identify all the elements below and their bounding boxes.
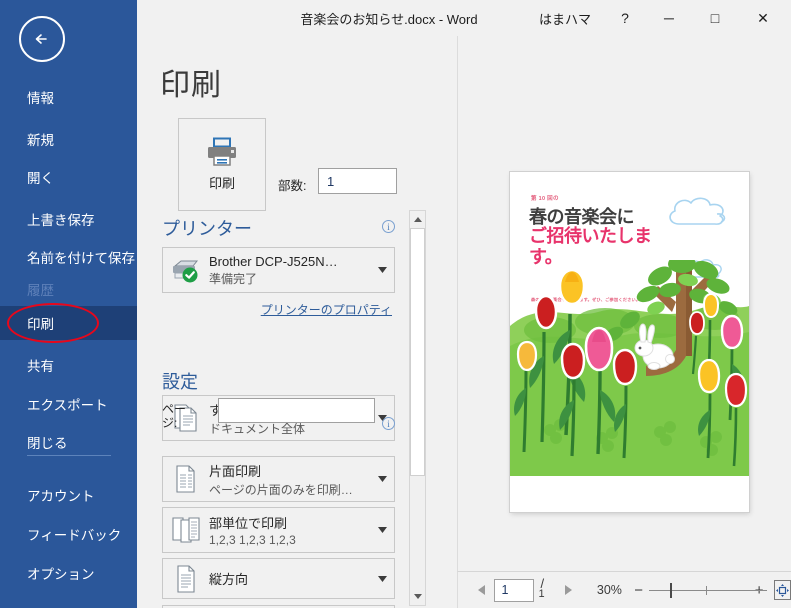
document-preview-page[interactable]: 第 10 回の 春の音楽会に ご招待いたします。 森の中の音楽会を開催します。ぜ… bbox=[510, 172, 749, 512]
pages-info-icon[interactable]: i bbox=[382, 417, 395, 430]
copies-label: 部数: bbox=[278, 179, 307, 193]
chevron-down-icon bbox=[370, 476, 394, 482]
sidebar-item-label: アカウント bbox=[27, 489, 95, 504]
sidebar-item-label: 履歴 bbox=[27, 283, 54, 298]
printer-select[interactable]: Brother DCP-J525N… 準備完了 bbox=[162, 247, 395, 293]
page-title: 印刷 bbox=[160, 69, 222, 102]
print-sides-title: 片面印刷 bbox=[209, 463, 262, 479]
sidebar-item-info[interactable]: 情報 bbox=[0, 80, 137, 114]
back-arrow-icon bbox=[35, 34, 47, 44]
preview-status-bar: / 1 30% − + bbox=[457, 571, 791, 608]
sidebar-item-label: 共有 bbox=[27, 359, 54, 374]
sidebar-item-save[interactable]: 上書き保存 bbox=[0, 202, 137, 236]
sidebar-item-label: 名前を付けて保存 bbox=[27, 251, 135, 266]
sidebar-item-label: 上書き保存 bbox=[27, 213, 95, 228]
scroll-up-button[interactable] bbox=[410, 211, 425, 228]
word-print-backstage: 情報 新規 開く 上書き保存 名前を付けて保存 履歴 印刷 共有 エクスポート … bbox=[0, 0, 791, 608]
print-collate-title: 部単位で印刷 bbox=[209, 516, 288, 531]
zoom-slider-tick bbox=[706, 586, 708, 595]
caret-right-icon bbox=[564, 585, 572, 595]
zoom-out-button[interactable]: − bbox=[632, 582, 645, 599]
printer-name: Brother DCP-J525N… bbox=[209, 253, 338, 269]
copies-input[interactable] bbox=[319, 173, 410, 189]
caret-up-icon bbox=[413, 217, 422, 222]
doc-kicker: 第 10 回の bbox=[531, 196, 559, 202]
chevron-down-icon bbox=[370, 527, 394, 533]
print-settings-column: 印刷 印刷 部数: プリンター i bbox=[160, 50, 410, 608]
collate-pages-icon bbox=[163, 515, 209, 545]
chevron-down-icon bbox=[370, 575, 394, 582]
sidebar-item-close[interactable]: 閉じる bbox=[0, 425, 137, 459]
printer-info-icon[interactable]: i bbox=[382, 220, 395, 233]
current-page-input[interactable] bbox=[494, 578, 535, 602]
fit-page-button[interactable] bbox=[773, 580, 791, 600]
print-sides-subtitle: ページの片面のみを印刷… bbox=[209, 482, 353, 497]
cloud-large-icon bbox=[669, 197, 726, 225]
sidebar-item-new[interactable]: 新規 bbox=[0, 122, 137, 156]
sidebar-item-label: 閉じる bbox=[27, 436, 68, 451]
print-collate-subtitle: 1,2,3 1,2,3 1,2,3 bbox=[209, 533, 296, 547]
sidebar-item-share[interactable]: 共有 bbox=[0, 348, 137, 382]
portrait-page-icon bbox=[163, 564, 209, 594]
backstage-sidebar: 情報 新規 開く 上書き保存 名前を付けて保存 履歴 印刷 共有 エクスポート … bbox=[0, 0, 137, 608]
caret-left-icon bbox=[477, 585, 485, 595]
sidebar-item-label: 新規 bbox=[27, 133, 54, 148]
sidebar-divider bbox=[27, 455, 111, 456]
print-button[interactable]: 印刷 bbox=[178, 118, 266, 211]
sidebar-item-options[interactable]: オプション bbox=[0, 556, 137, 590]
zoom-slider[interactable] bbox=[649, 581, 768, 599]
caret-down-icon bbox=[413, 594, 422, 599]
printer-device-icon bbox=[163, 257, 209, 283]
zoom-slider-track bbox=[649, 590, 768, 591]
sidebar-item-label: 印刷 bbox=[27, 317, 54, 332]
scrollbar-thumb[interactable] bbox=[410, 228, 425, 476]
sidebar-item-label: フィードバック bbox=[27, 528, 122, 543]
print-collate-select[interactable]: 部単位で印刷 1,2,3 1,2,3 1,2,3 bbox=[162, 507, 395, 553]
total-pages: 1 bbox=[538, 588, 545, 600]
scroll-down-button[interactable] bbox=[410, 588, 425, 605]
zoom-slider-handle[interactable] bbox=[670, 583, 673, 598]
page-count: / 1 bbox=[537, 576, 550, 603]
print-orientation-title: 縦方向 bbox=[209, 572, 249, 587]
meadow-illustration bbox=[510, 260, 749, 476]
sidebar-item-account[interactable]: アカウント bbox=[0, 478, 137, 512]
printer-properties-link[interactable]: プリンターのプロパティ bbox=[261, 301, 392, 318]
scrollbar-track[interactable] bbox=[410, 228, 425, 588]
sidebar-item-feedback[interactable]: フィードバック bbox=[0, 517, 137, 551]
sidebar-item-history: 履歴 bbox=[0, 272, 137, 306]
printer-status: 準備完了 bbox=[209, 271, 258, 286]
sidebar-item-open[interactable]: 開く bbox=[0, 160, 137, 194]
back-button[interactable] bbox=[19, 16, 65, 62]
previous-page-button[interactable] bbox=[472, 579, 490, 601]
sidebar-item-label: エクスポート bbox=[27, 398, 108, 413]
pages-input[interactable] bbox=[218, 398, 375, 423]
chevron-down-icon bbox=[370, 267, 394, 273]
settings-scrollbar[interactable] bbox=[409, 210, 426, 606]
print-sides-select[interactable]: 片面印刷 ページの片面のみを印刷… bbox=[162, 456, 395, 502]
minimize-button[interactable]: ─ bbox=[647, 0, 691, 36]
pages-label: ペー ジ: bbox=[162, 402, 187, 430]
sidebar-item-label: 開く bbox=[27, 171, 54, 186]
printer-section-heading: プリンター bbox=[162, 219, 252, 239]
help-button[interactable]: ? bbox=[603, 0, 647, 36]
close-button[interactable]: ✕ bbox=[741, 0, 785, 36]
sidebar-item-label: 情報 bbox=[27, 91, 54, 106]
sidebar-item-export[interactable]: エクスポート bbox=[0, 387, 137, 421]
copies-field[interactable] bbox=[318, 168, 410, 194]
printer-icon bbox=[208, 137, 236, 166]
zoom-level-label[interactable]: 30% bbox=[593, 583, 622, 597]
sidebar-item-save-as[interactable]: 名前を付けて保存 bbox=[0, 240, 137, 274]
title-bar: 音楽会のお知らせ.docx - Word はまハマ ? ─ □ ✕ bbox=[137, 0, 791, 36]
maximize-button[interactable]: □ bbox=[693, 0, 737, 36]
fit-page-icon bbox=[775, 583, 789, 597]
next-page-button[interactable] bbox=[559, 579, 577, 601]
sidebar-item-print[interactable]: 印刷 bbox=[0, 306, 137, 340]
one-sided-page-icon bbox=[163, 464, 209, 494]
print-button-label: 印刷 bbox=[208, 176, 235, 191]
settings-section-heading: 設定 bbox=[162, 372, 198, 392]
sidebar-item-label: オプション bbox=[27, 567, 95, 582]
account-name[interactable]: はまハマ bbox=[539, 0, 591, 36]
print-preview-pane: 第 10 回の 春の音楽会に ご招待いたします。 森の中の音楽会を開催します。ぜ… bbox=[457, 36, 791, 571]
print-orientation-select[interactable]: 縦方向 bbox=[162, 558, 395, 599]
